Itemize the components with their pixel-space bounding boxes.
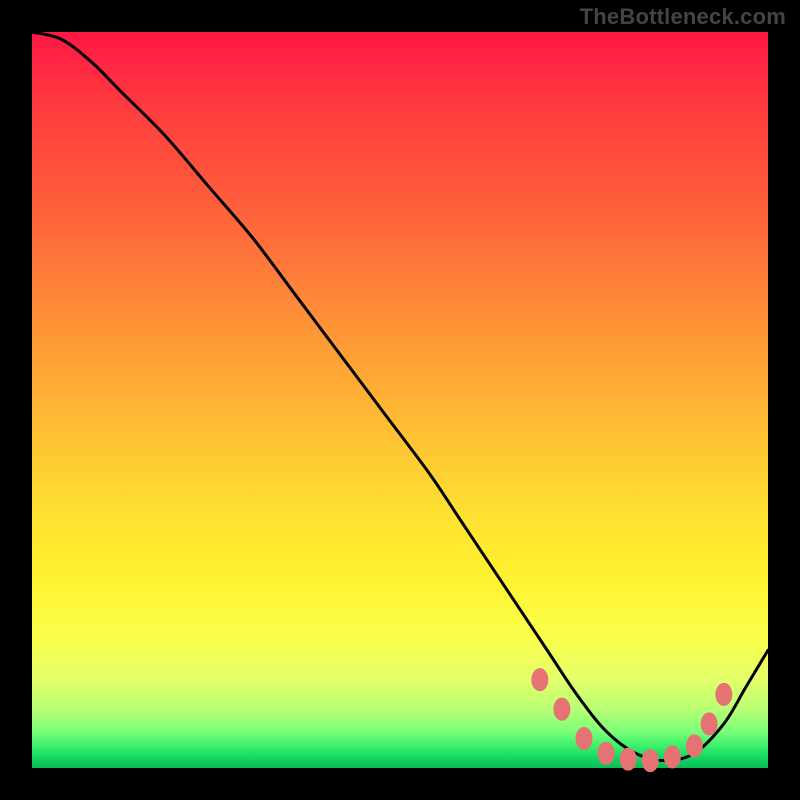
optimal-marker <box>598 742 614 764</box>
optimal-marker <box>701 713 717 735</box>
optimal-marker <box>576 728 592 750</box>
chart-frame: TheBottleneck.com <box>0 0 800 800</box>
curve-layer <box>32 32 768 768</box>
optimal-markers-group <box>532 669 732 772</box>
optimal-marker <box>532 669 548 691</box>
optimal-marker <box>716 683 732 705</box>
optimal-marker <box>620 748 636 770</box>
optimal-marker <box>664 746 680 768</box>
attribution-watermark: TheBottleneck.com <box>580 4 786 30</box>
optimal-marker <box>686 735 702 757</box>
bottleneck-curve <box>32 32 768 761</box>
optimal-marker <box>554 698 570 720</box>
plot-area <box>32 32 768 768</box>
optimal-marker <box>642 750 658 772</box>
